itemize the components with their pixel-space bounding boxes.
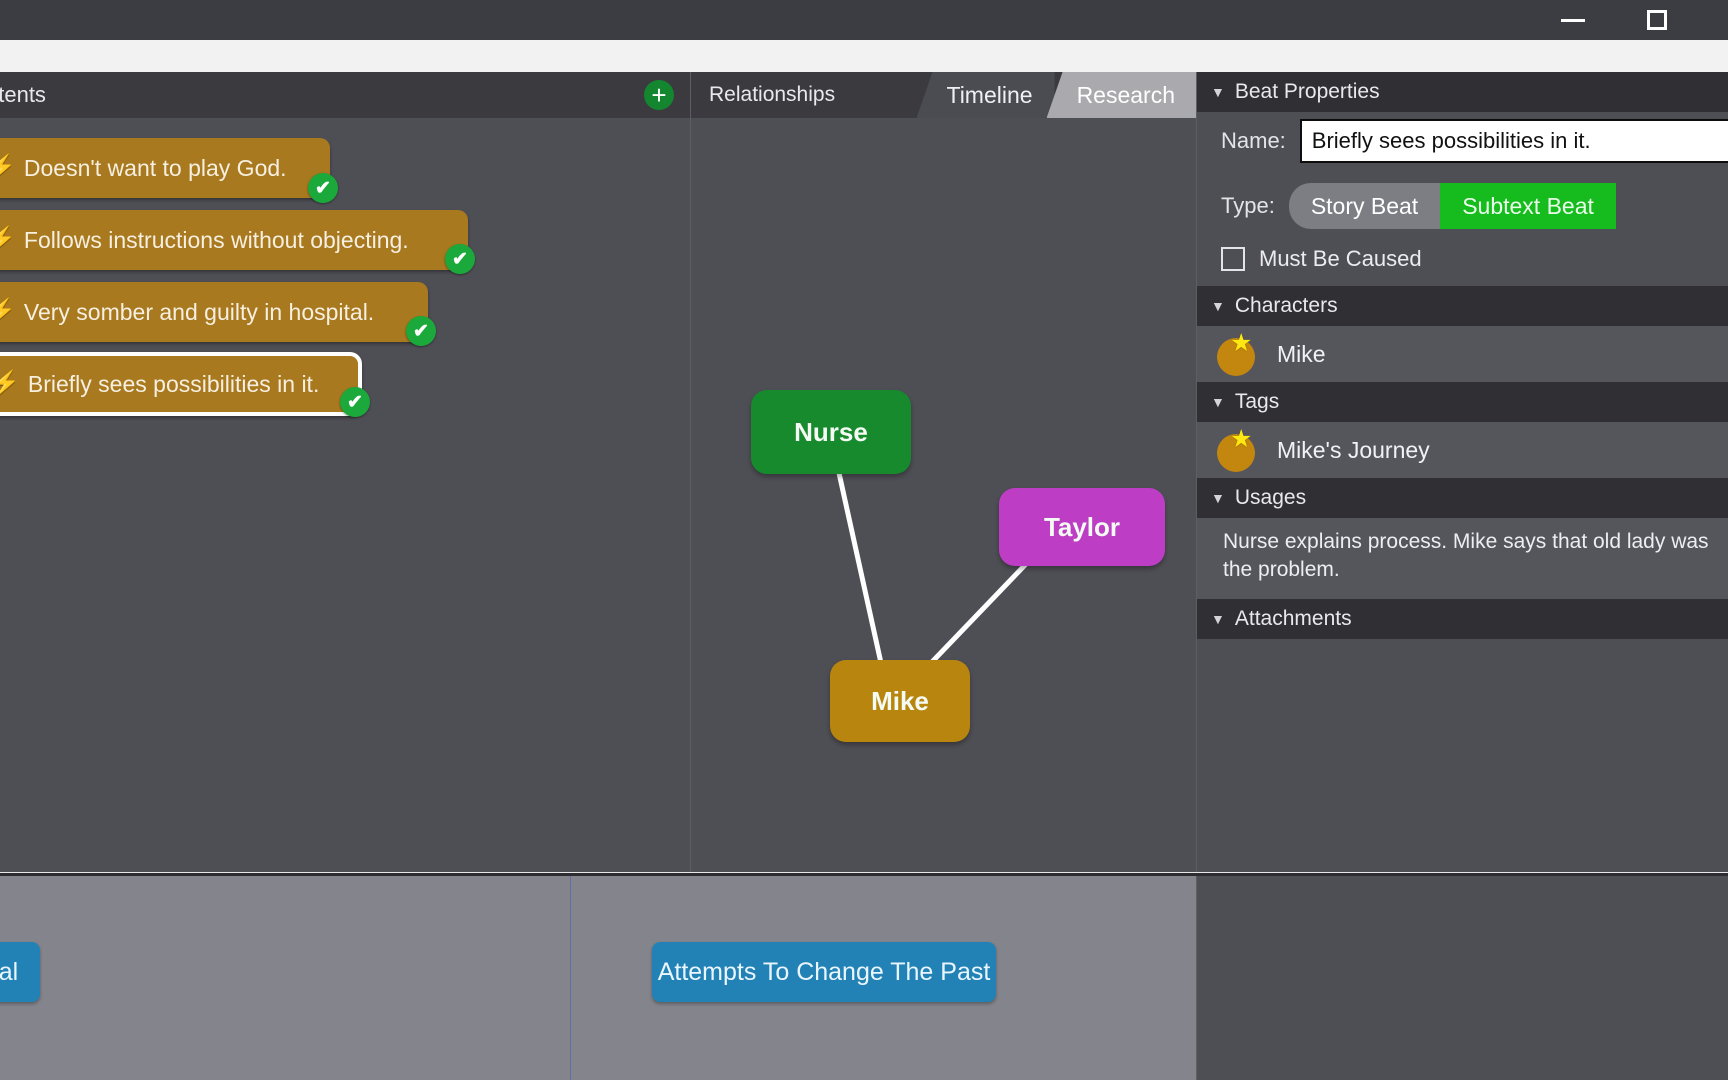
beat-card[interactable]: ⚡ Very somber and guilty in hospital. (0, 282, 428, 342)
beat-card[interactable]: ⚡ Doesn't want to play God. (0, 138, 330, 198)
graph-node-label: Nurse (794, 416, 868, 447)
type-option-story-beat-label: Story Beat (1310, 192, 1419, 219)
timeline-column-divider (570, 876, 571, 1080)
must-be-caused-checkbox[interactable] (1221, 247, 1245, 271)
character-list-item[interactable]: ★ Mike (1197, 326, 1728, 382)
add-beat-button[interactable]: + (644, 80, 674, 110)
chevron-down-icon: ▼ (1211, 298, 1225, 314)
beat-properties-title: Beat Properties (1234, 80, 1380, 103)
chevron-down-icon: ▼ (1211, 394, 1225, 410)
beat-card-label: Follows instructions without objecting. (23, 226, 409, 253)
name-row: Name: (1197, 112, 1728, 170)
type-row: Type: Story Beat Subtext Beat (1197, 180, 1728, 232)
check-icon: ✔ (347, 391, 363, 413)
beat-complete-badge[interactable]: ✔ (340, 387, 370, 417)
character-name: Mike (1277, 340, 1326, 367)
timeline-card-label: tal (0, 957, 19, 986)
tab-timeline-label: Timeline (946, 81, 1033, 108)
beat-card[interactable]: ⚡ Follows instructions without objecting… (0, 210, 468, 270)
usages-text[interactable]: Nurse explains process. Mike says that o… (1197, 518, 1728, 599)
characters-header[interactable]: ▼ Characters (1197, 286, 1728, 326)
relationships-header: Relationships Timeline Research (691, 72, 1197, 118)
relationship-graph-canvas[interactable]: Nurse Taylor Mike (691, 118, 1197, 872)
relationships-title: Relationships (709, 83, 836, 106)
plus-icon: + (651, 80, 667, 110)
work-area: ntents + ⚡ Doesn't want to play God. ✔ ⚡… (0, 72, 1728, 872)
star-icon: ★ (1230, 329, 1253, 357)
check-icon: ✔ (452, 248, 468, 270)
beat-properties-panel: ▼ Beat Properties Name: Type: Story Beat… (1196, 72, 1728, 872)
timeline-card[interactable]: tal (0, 942, 40, 1002)
bolt-icon: ⚡ (0, 370, 20, 397)
contents-header: ntents + (0, 72, 690, 118)
avatar: ★ (1217, 425, 1257, 472)
usages-title: Usages (1234, 486, 1307, 509)
maximize-icon (1647, 10, 1667, 30)
beat-complete-badge[interactable]: ✔ (406, 316, 436, 346)
bolt-icon: ⚡ (0, 226, 16, 253)
minimize-button[interactable] (1550, 4, 1596, 36)
type-option-subtext-beat[interactable]: Subtext Beat (1440, 183, 1616, 229)
type-label: Type: (1221, 193, 1275, 218)
tags-header[interactable]: ▼ Tags (1197, 382, 1728, 422)
minimize-icon (1561, 18, 1585, 22)
timeline-card[interactable]: Attempts To Change The Past (652, 942, 996, 1002)
tag-name: Mike's Journey (1277, 436, 1430, 463)
beat-complete-badge[interactable]: ✔ (445, 244, 475, 274)
edge-taylor-mike (929, 562, 1028, 665)
check-icon: ✔ (413, 320, 429, 342)
tab-research[interactable]: Research (1046, 72, 1197, 118)
bolt-icon: ⚡ (0, 298, 16, 325)
tags-title: Tags (1234, 390, 1280, 413)
timeline-strip[interactable]: tal Attempts To Change The Past (0, 876, 1728, 1080)
usages-text-content: Nurse explains process. Mike says that o… (1223, 530, 1709, 582)
beat-card-label: Doesn't want to play God. (23, 154, 287, 181)
attachments-title: Attachments (1234, 606, 1352, 630)
usages-header[interactable]: ▼ Usages (1197, 478, 1728, 518)
view-tabs: Timeline Research (916, 72, 1197, 118)
bolt-icon: ⚡ (0, 154, 16, 181)
star-icon: ★ (1230, 425, 1253, 453)
edge-nurse-mike (836, 472, 884, 664)
graph-node-nurse[interactable]: Nurse (751, 390, 911, 474)
characters-title: Characters (1234, 294, 1338, 317)
avatar: ★ (1217, 329, 1257, 376)
timeline-right-pane (1196, 876, 1728, 1080)
tab-research-label: Research (1076, 81, 1175, 108)
must-be-caused-label: Must Be Caused (1259, 246, 1422, 271)
graph-node-mike[interactable]: Mike (830, 660, 970, 742)
attachments-header[interactable]: ▼ Attachments (1197, 598, 1728, 639)
type-option-subtext-beat-label: Subtext Beat (1462, 192, 1594, 219)
toolbar-strip (0, 40, 1728, 72)
check-icon: ✔ (315, 177, 331, 199)
beat-card-label: Briefly sees possibilities in it. (27, 370, 320, 397)
graph-node-taylor[interactable]: Taylor (999, 488, 1165, 566)
beat-card-list[interactable]: ⚡ Doesn't want to play God. ✔ ⚡ Follows … (0, 118, 690, 872)
window-titlebar (0, 0, 1728, 40)
maximize-button[interactable] (1634, 4, 1680, 36)
beat-properties-header[interactable]: ▼ Beat Properties (1197, 72, 1728, 112)
relationships-panel: Relationships Timeline Research Nurse Ta… (690, 72, 1197, 872)
contents-panel: ntents + ⚡ Doesn't want to play God. ✔ ⚡… (0, 72, 690, 872)
contents-title: ntents (0, 82, 46, 107)
name-input[interactable] (1299, 119, 1728, 163)
chevron-down-icon: ▼ (1211, 490, 1225, 506)
type-option-story-beat[interactable]: Story Beat (1288, 183, 1441, 229)
chevron-down-icon: ▼ (1211, 610, 1225, 627)
tab-timeline[interactable]: Timeline (916, 72, 1055, 118)
must-be-caused-row: Must Be Caused (1197, 232, 1728, 286)
beat-card-label: Very somber and guilty in hospital. (23, 298, 375, 325)
graph-node-label: Mike (871, 685, 929, 716)
beat-complete-badge[interactable]: ✔ (308, 173, 338, 203)
beat-card-selected[interactable]: ⚡ Briefly sees possibilities in it. (0, 352, 362, 416)
beat-properties-body: Name: Type: Story Beat Subtext Beat Must… (1197, 112, 1728, 286)
chevron-down-icon: ▼ (1211, 84, 1225, 100)
tag-list-item[interactable]: ★ Mike's Journey (1197, 422, 1728, 478)
timeline-card-label: Attempts To Change The Past (657, 957, 991, 986)
type-toggle-group: Story Beat Subtext Beat (1288, 183, 1616, 229)
graph-node-label: Taylor (1043, 511, 1121, 542)
name-label: Name: (1221, 128, 1286, 153)
